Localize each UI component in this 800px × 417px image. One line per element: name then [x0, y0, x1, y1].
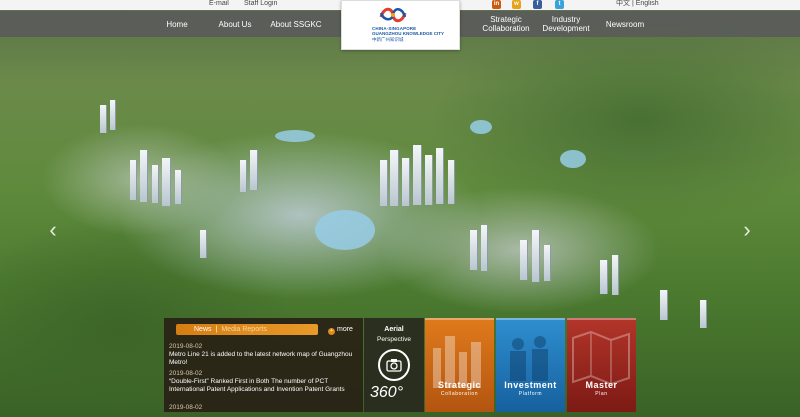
logo-line: GUANGZHOU KNOWLEDGE CITY — [372, 31, 444, 36]
building — [413, 145, 421, 205]
building — [175, 170, 181, 204]
building — [436, 148, 443, 204]
nav-about-ssgkc[interactable]: About SSGKC — [266, 11, 326, 37]
language-switch[interactable]: 中文 | English — [616, 0, 659, 9]
tile-title: Strategic — [437, 380, 481, 390]
more-label: more — [337, 326, 353, 333]
nav-label: Industry — [551, 15, 581, 24]
more-link[interactable]: + more — [328, 324, 353, 335]
nav-home[interactable]: Home — [152, 11, 202, 37]
building — [660, 290, 667, 320]
building — [544, 245, 550, 281]
building — [700, 300, 706, 328]
master-plan-tile[interactable]: Master Plan — [567, 318, 636, 412]
news-date: 2019-08-02 — [169, 370, 203, 377]
building — [390, 150, 398, 206]
news-panel: News | Media Reports + more 2019-08-02 Metr… — [164, 318, 363, 412]
news-title[interactable]: “Double-First” Ranked First in Both The … — [169, 378, 359, 394]
building — [600, 260, 607, 294]
building — [481, 225, 487, 271]
building — [380, 160, 387, 206]
tile-stripe — [496, 318, 565, 320]
building — [520, 240, 527, 280]
building — [240, 160, 246, 192]
news-date: 2019-08-02 — [169, 404, 203, 411]
lake — [470, 120, 492, 134]
tab-news[interactable]: News — [194, 326, 212, 333]
plus-icon: + — [328, 328, 335, 335]
slider-next-icon[interactable]: › — [740, 218, 754, 242]
building — [448, 160, 454, 204]
building — [425, 155, 432, 205]
building — [140, 150, 147, 202]
building — [162, 158, 170, 206]
site-logo[interactable]: CHINA-SINGAPORE GUANGZHOU KNOWLEDGE CITY… — [341, 0, 460, 50]
map-icon — [572, 330, 630, 386]
building — [250, 150, 257, 190]
news-date: 2019-08-02 — [169, 343, 203, 350]
building — [470, 230, 477, 270]
staff-login-link[interactable]: Staff Login — [244, 0, 277, 9]
building — [100, 105, 106, 133]
tile-subtitle: Platform — [518, 391, 543, 397]
building — [110, 100, 115, 130]
nav-newsroom[interactable]: Newsroom — [598, 11, 652, 37]
building — [532, 230, 539, 282]
camera-icon — [378, 349, 410, 381]
linkedin-icon[interactable]: in — [492, 0, 501, 9]
facebook-icon[interactable]: f — [533, 0, 542, 9]
tile-title: Investment — [504, 380, 557, 390]
tile-subtitle: Perspective — [377, 336, 411, 343]
news-title[interactable]: Metro Line 21 is added to the latest net… — [169, 351, 359, 367]
weibo-icon[interactable]: w — [512, 0, 521, 9]
building — [152, 165, 158, 203]
aerial-perspective-tile[interactable]: Aerial Perspective 360° — [364, 318, 424, 412]
lake — [560, 150, 586, 168]
nav-industry-development[interactable]: Industry Development — [536, 11, 596, 37]
building — [200, 230, 206, 258]
tile-subtitle: Plan — [595, 391, 608, 397]
investment-platform-tile[interactable]: Investment Platform — [496, 318, 565, 412]
nav-strategic-collaboration[interactable]: Strategic Collaboration — [474, 11, 538, 37]
tile-subtitle: Collaboration — [440, 391, 479, 397]
tile-360-label: 360° — [370, 384, 404, 401]
logo-line: 中新广州知识城 — [372, 37, 404, 42]
lake — [275, 130, 315, 142]
tile-title: Aerial — [384, 326, 404, 333]
lake — [315, 210, 375, 250]
building — [130, 160, 136, 200]
tile-title: Master — [585, 380, 618, 390]
nav-label: Strategic — [490, 15, 522, 24]
logo-mark-icon — [379, 7, 407, 23]
building — [402, 158, 409, 206]
tile-stripe — [567, 318, 636, 320]
tab-separator: | — [215, 326, 218, 333]
building — [612, 255, 618, 295]
slider-prev-icon[interactable]: ‹ — [46, 218, 60, 242]
nav-label: Collaboration — [482, 24, 530, 33]
tile-stripe — [425, 318, 494, 320]
strategic-collaboration-tile[interactable]: Strategic Collaboration — [425, 318, 494, 412]
email-link[interactable]: E-mail — [209, 0, 229, 9]
nav-about-us[interactable]: About Us — [210, 11, 260, 37]
tab-media-reports[interactable]: Media Reports — [221, 326, 267, 333]
skyline-icon — [433, 336, 481, 388]
nav-label: Development — [542, 24, 590, 33]
twitter-icon[interactable]: t — [555, 0, 564, 9]
news-tabs: News | Media Reports — [176, 324, 318, 335]
